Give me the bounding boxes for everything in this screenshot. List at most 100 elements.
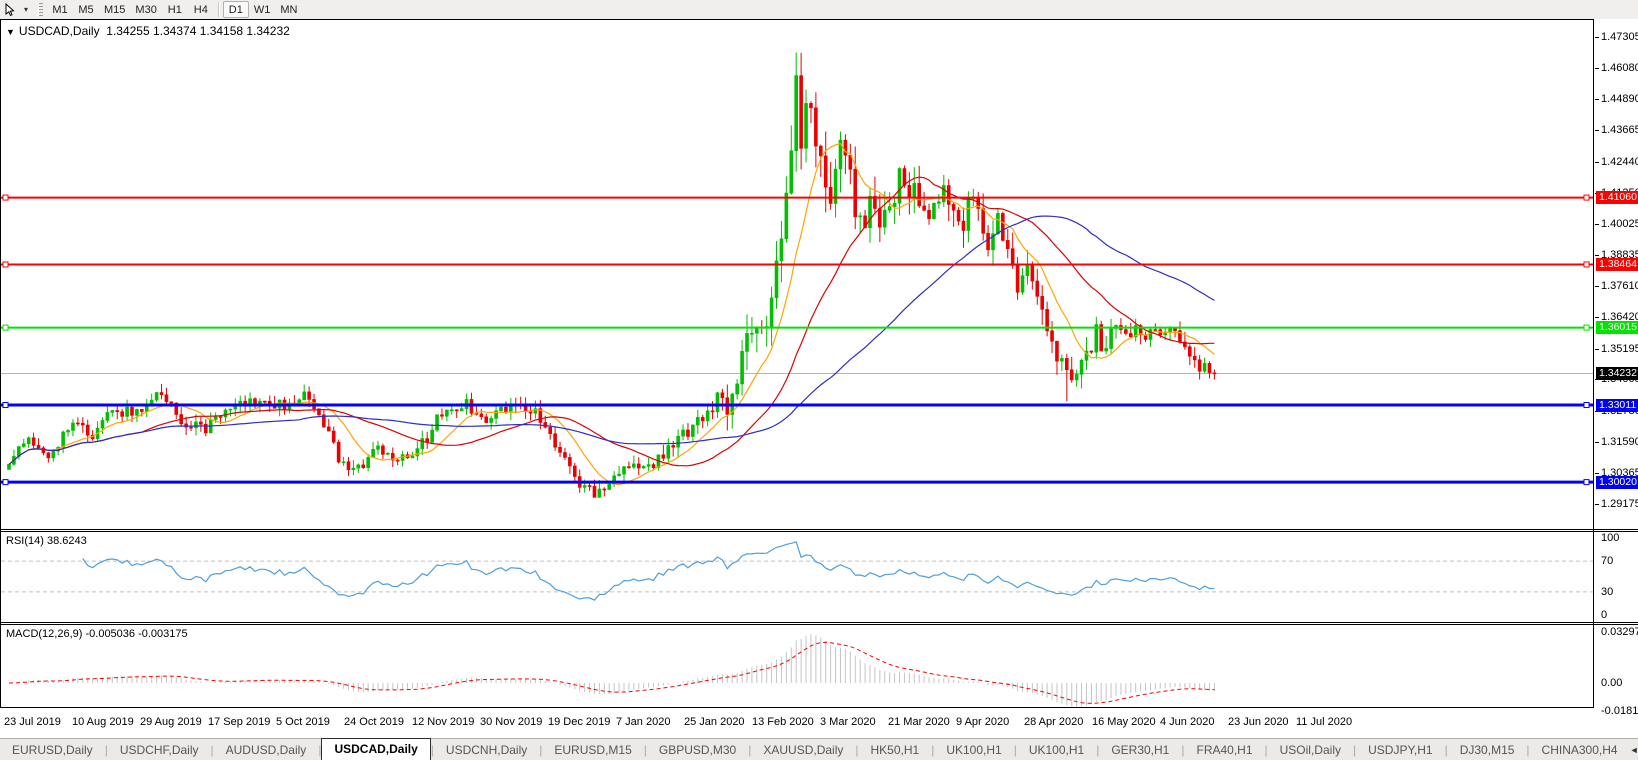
- tab-uk100-h1[interactable]: UK100,H1: [934, 741, 1013, 759]
- ma-fast-line: [8, 143, 1215, 486]
- level-price-label: 1.36015: [1596, 321, 1638, 334]
- date-label: 12 Nov 2019: [412, 716, 475, 728]
- chart-tabs: EURUSD,Daily | USDCHF,Daily | AUDUSD,Daily | U…: [0, 737, 1630, 760]
- level-price-label: 1.38464: [1596, 258, 1638, 271]
- macd-signal-line: [8, 641, 1215, 704]
- tab-scroll-controls: ◄ ►: [1630, 745, 1638, 755]
- tab-usdcad-daily[interactable]: USDCAD,Daily: [321, 737, 431, 760]
- tab-usdcnh-daily[interactable]: USDCNH,Daily: [434, 741, 539, 759]
- price-tick-mark: [1595, 473, 1599, 474]
- line-end-marker[interactable]: [1583, 479, 1590, 486]
- line-end-marker[interactable]: [2, 479, 9, 486]
- line-end-marker[interactable]: [1583, 194, 1590, 201]
- line-end-marker[interactable]: [2, 261, 9, 268]
- line-end-marker[interactable]: [2, 194, 9, 201]
- tab-hk50-h1[interactable]: HK50,H1: [859, 741, 932, 759]
- rsi-line: [82, 541, 1215, 601]
- price-tick-mark: [1595, 504, 1599, 505]
- tab-usdjpy-h1[interactable]: USDJPY,H1: [1356, 741, 1444, 759]
- price-tick-mark: [1595, 99, 1599, 100]
- price-tick-mark: [1595, 68, 1599, 69]
- rsi-indicator-canvas[interactable]: [1, 532, 1593, 622]
- timeframe-button-M1[interactable]: M1: [47, 1, 73, 18]
- tab-dj30-m15[interactable]: DJ30,M15: [1448, 741, 1527, 759]
- macd-indicator-canvas[interactable]: [1, 625, 1593, 707]
- date-label: 17 Sep 2019: [208, 716, 271, 728]
- pane-separator[interactable]: [0, 622, 1638, 623]
- tab-scroll-left-icon[interactable]: ◄: [1630, 745, 1638, 755]
- date-label: 3 Mar 2020: [820, 716, 876, 728]
- current-bid-price-label: 1.34232: [1596, 367, 1638, 380]
- tab-china300-h4[interactable]: CHINA300,H4: [1530, 741, 1630, 759]
- date-label: 21 Mar 2020: [888, 716, 950, 728]
- tab-fra40-h1[interactable]: FRA40,H1: [1184, 741, 1264, 759]
- tab-xauusd-daily[interactable]: XAUUSD,Daily: [751, 741, 855, 759]
- timeframe-group-higher: D1 W1 MN: [222, 1, 303, 18]
- line-end-marker[interactable]: [1583, 261, 1590, 268]
- date-label: 29 Aug 2019: [140, 716, 202, 728]
- date-label: 10 Aug 2019: [72, 716, 134, 728]
- cursor-pointer-icon: [5, 2, 15, 16]
- date-label: 23 Jun 2020: [1228, 716, 1289, 728]
- tab-eurusd-m15[interactable]: EURUSD,M15: [542, 741, 643, 759]
- price-tick-mark: [1595, 162, 1599, 163]
- trading-platform-window: ▾ M1 M5 M15 M30 H1 H4 D1 W1 MN ▼ USDCAD,Daily 1.…: [0, 0, 1638, 760]
- price-tick-label: 1.44890: [1601, 93, 1638, 105]
- date-label: 9 Apr 2020: [956, 716, 1010, 728]
- pane-separator[interactable]: [0, 529, 1638, 530]
- level-price-label: 1.41060: [1596, 191, 1638, 204]
- price-tick-mark: [1595, 286, 1599, 287]
- line-end-marker[interactable]: [2, 324, 9, 331]
- tab-gbpusd-m30[interactable]: GBPUSD,M30: [647, 741, 748, 759]
- date-label: 16 May 2020: [1092, 716, 1156, 728]
- date-label: 23 Jul 2019: [4, 716, 61, 728]
- line-end-marker[interactable]: [1583, 324, 1590, 331]
- timeframe-toolbar: ▾ M1 M5 M15 M30 H1 H4 D1 W1 MN: [0, 0, 1638, 19]
- timeframe-button-H1[interactable]: H1: [162, 1, 188, 18]
- timeframe-button-D1[interactable]: D1: [222, 1, 249, 18]
- toolbar-separator: [217, 2, 219, 17]
- price-tick-label: 1.46080: [1601, 62, 1638, 74]
- rsi-axis-label: 30: [1601, 586, 1614, 598]
- price-tick-mark: [1595, 224, 1599, 225]
- tab-eurusd-daily[interactable]: EURUSD,Daily: [0, 741, 105, 759]
- line-end-marker[interactable]: [2, 402, 9, 409]
- rsi-axis-label: 0: [1601, 609, 1608, 621]
- price-tick-mark: [1595, 130, 1599, 131]
- price-tick-label: 1.29175: [1601, 498, 1638, 510]
- date-label: 5 Oct 2019: [276, 716, 330, 728]
- timeframe-button-W1[interactable]: W1: [249, 1, 276, 18]
- timeframe-button-H4[interactable]: H4: [188, 1, 214, 18]
- price-tick-label: 1.47305: [1601, 31, 1638, 43]
- timeframe-group-minutes: M1 M5 M15 M30 H1 H4: [47, 1, 214, 18]
- tab-usdchf-daily[interactable]: USDCHF,Daily: [108, 741, 211, 759]
- timeframe-button-M15[interactable]: M15: [99, 1, 130, 18]
- timeframe-button-M30[interactable]: M30: [130, 1, 161, 18]
- cursor-tool-button[interactable]: [0, 1, 20, 18]
- macd-axis-label: 0.032972: [1601, 626, 1638, 638]
- tab-usoil-daily[interactable]: USOil,Daily: [1268, 741, 1353, 759]
- date-label: 7 Jan 2020: [616, 716, 671, 728]
- tab-ger30-h1[interactable]: GER30,H1: [1099, 741, 1181, 759]
- timeframe-button-M5[interactable]: M5: [73, 1, 99, 18]
- macd-axis-label: 0.00: [1601, 677, 1623, 689]
- level-price-label: 1.30020: [1596, 476, 1638, 489]
- toolbar-grip-handle[interactable]: [38, 3, 44, 16]
- rsi-axis-label: 100: [1601, 532, 1620, 544]
- timeframe-button-MN[interactable]: MN: [275, 1, 302, 18]
- line-end-marker[interactable]: [1583, 402, 1590, 409]
- date-label: 25 Jan 2020: [684, 716, 745, 728]
- price-tick-label: 1.35195: [1601, 343, 1638, 355]
- price-tick-label: 1.43665: [1601, 124, 1638, 136]
- price-tick-mark: [1595, 349, 1599, 350]
- cursor-tool-dropdown[interactable]: ▾: [20, 1, 32, 18]
- tab-audusd-daily[interactable]: AUDUSD,Daily: [214, 741, 319, 759]
- price-tick-label: 1.37610: [1601, 280, 1638, 292]
- price-tick-label: 1.42440: [1601, 156, 1638, 168]
- main-price-chart-canvas[interactable]: [1, 20, 1593, 529]
- price-tick-mark: [1595, 255, 1599, 256]
- tab-uk100-h1[interactable]: UK100,H1: [1017, 741, 1096, 759]
- price-tick-label: 1.31590: [1601, 436, 1638, 448]
- macd-axis-label: -0.018154: [1601, 705, 1638, 717]
- price-tick-label: 1.40025: [1601, 218, 1638, 230]
